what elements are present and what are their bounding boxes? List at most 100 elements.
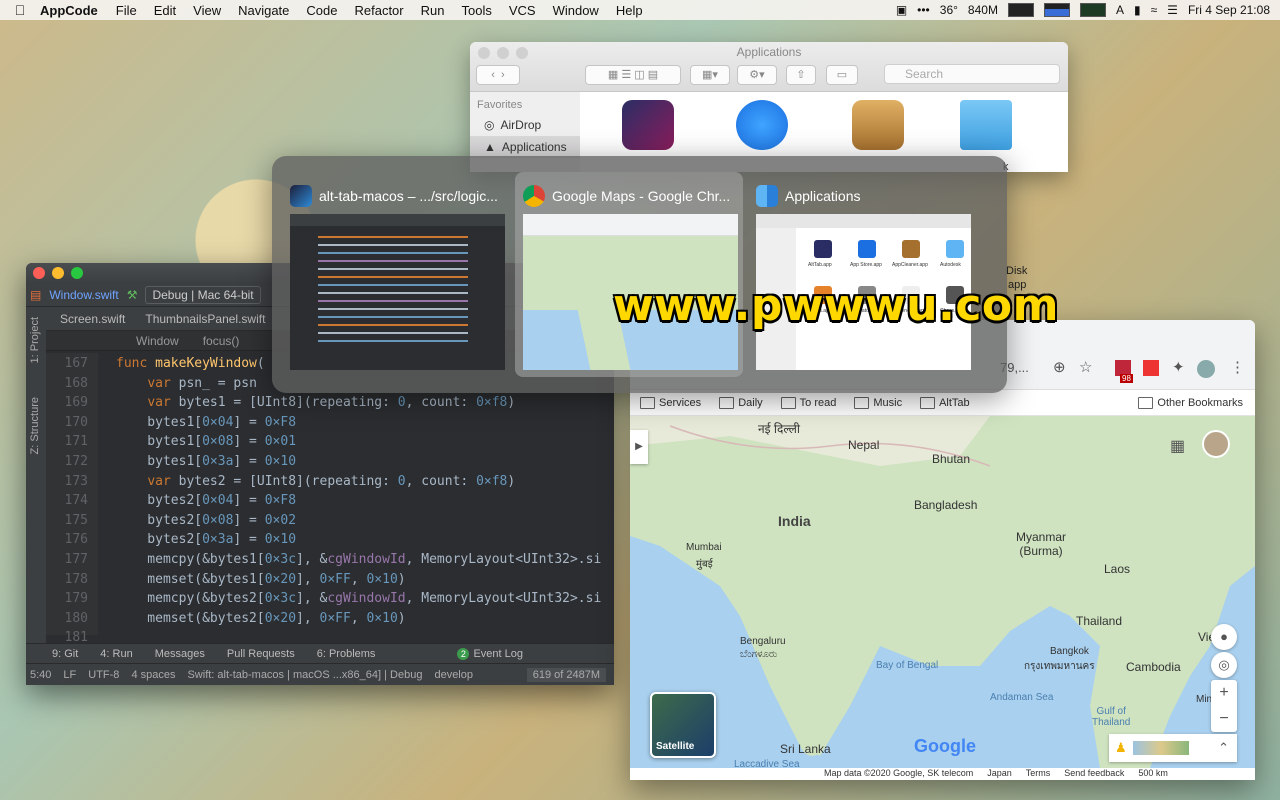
layer-thumbnails[interactable] bbox=[1132, 741, 1189, 755]
code-line[interactable]: 178 memset(&bytes1[0×20], 0×FF, 0×10) bbox=[46, 572, 614, 592]
menu-code[interactable]: Code bbox=[306, 3, 337, 18]
code-line[interactable]: 177 memcpy(&bytes1[0×3c], &cgWindowId, M… bbox=[46, 552, 614, 572]
close-button[interactable] bbox=[33, 267, 45, 279]
crumb-focus[interactable]: focus() bbox=[203, 334, 240, 348]
network-meter[interactable] bbox=[1079, 3, 1106, 17]
clock[interactable]: Fri 4 Sep 21:08 bbox=[1188, 3, 1270, 17]
event-log-button[interactable]: Event Log bbox=[473, 648, 523, 660]
code-line[interactable]: 169 var bytes1 = [UInt8](repeating: 0, c… bbox=[46, 395, 614, 415]
caret-position[interactable]: 5:40 bbox=[30, 669, 51, 681]
sidebar-item-applications[interactable]: ▲ Applications bbox=[470, 136, 580, 158]
wifi-icon[interactable]: ≈ bbox=[1151, 3, 1158, 17]
bookmark-to-read[interactable]: To read bbox=[781, 397, 837, 409]
avatar[interactable] bbox=[1197, 360, 1215, 378]
file-encoding[interactable]: UTF-8 bbox=[88, 669, 119, 681]
tag-button[interactable]: ▭ bbox=[826, 65, 858, 85]
messages-tool-button[interactable]: Messages bbox=[155, 648, 205, 660]
menu-window[interactable]: Window bbox=[553, 3, 599, 18]
memory-indicator[interactable]: 619 of 2487M bbox=[526, 667, 606, 682]
code-line[interactable]: 175 bytes2[0×08] = 0×02 bbox=[46, 513, 614, 533]
battery-icon[interactable]: ▮ bbox=[1134, 3, 1141, 17]
folder-icon[interactable] bbox=[960, 100, 1012, 150]
star-icon[interactable]: ☆ bbox=[1079, 358, 1092, 376]
bookmark-music[interactable]: Music bbox=[854, 397, 902, 409]
minimize-button[interactable] bbox=[52, 267, 64, 279]
code-line[interactable]: 172 bytes1[0×3a] = 0×10 bbox=[46, 454, 614, 474]
group-button[interactable]: ▦▾ bbox=[690, 65, 730, 85]
code-line[interactable]: 173 var bytes2 = [UInt8](repeating: 0, c… bbox=[46, 474, 614, 494]
bookmark-alttab[interactable]: AltTab bbox=[920, 397, 970, 409]
hammer-icon[interactable]: ⚒ bbox=[127, 288, 138, 302]
other-bookmarks[interactable]: Other Bookmarks bbox=[1138, 397, 1243, 409]
control-center-icon[interactable]: ☰ bbox=[1167, 3, 1178, 17]
my-location-icon[interactable]: ◎ bbox=[1211, 652, 1237, 678]
globe-icon[interactable]: ● bbox=[1211, 624, 1237, 650]
switcher-item-appcode[interactable]: alt-tab-macos – .../src/logic... bbox=[282, 172, 510, 377]
run-scheme-selector[interactable]: Debug | Mac 64-bit bbox=[145, 285, 261, 304]
region-link[interactable]: Japan bbox=[987, 768, 1012, 780]
profile-avatar[interactable] bbox=[1202, 430, 1230, 458]
menu-vcs[interactable]: VCS bbox=[509, 3, 536, 18]
cpu-temp[interactable]: 36° bbox=[940, 3, 958, 17]
apps-grid-icon[interactable]: ▦ bbox=[1170, 436, 1185, 456]
nav-file-name[interactable]: Window.swift bbox=[49, 288, 118, 302]
bookmark-daily[interactable]: Daily bbox=[719, 397, 762, 409]
cpu-meter[interactable] bbox=[1007, 3, 1034, 17]
indent-setting[interactable]: 4 spaces bbox=[131, 669, 175, 681]
git-branch[interactable]: develop bbox=[434, 669, 473, 681]
alttab-app-icon[interactable] bbox=[622, 100, 674, 150]
app-menu[interactable]: AppCode bbox=[40, 3, 98, 18]
share-button[interactable]: ⇧ bbox=[786, 65, 816, 85]
menu-tools[interactable]: Tools bbox=[461, 3, 491, 18]
menu-file[interactable]: File bbox=[116, 3, 137, 18]
scale-label[interactable]: 500 km bbox=[1138, 768, 1168, 780]
more-icon[interactable]: ••• bbox=[917, 3, 930, 17]
line-separator[interactable]: LF bbox=[63, 669, 76, 681]
pegman-icon[interactable]: ♟ bbox=[1115, 740, 1127, 756]
build-context[interactable]: Swift: alt-tab-macos | macOS ...x86_64] … bbox=[187, 669, 422, 681]
back-forward-buttons[interactable]: ‹ › bbox=[476, 65, 520, 85]
menu-navigate[interactable]: Navigate bbox=[238, 3, 289, 18]
project-tool-button[interactable]: 1: Project bbox=[29, 317, 41, 363]
memory-readout[interactable]: 840M bbox=[968, 3, 998, 17]
menu-run[interactable]: Run bbox=[421, 3, 445, 18]
code-line[interactable]: 170 bytes1[0×04] = 0×F8 bbox=[46, 415, 614, 435]
menu-help[interactable]: Help bbox=[616, 3, 643, 18]
code-editor[interactable]: 167 func makeKeyWindow(168 var psn_ = psn… bbox=[46, 356, 614, 650]
memory-meter[interactable] bbox=[1043, 3, 1070, 17]
code-line[interactable]: 180 memset(&bytes2[0×20], 0×FF, 0×10) bbox=[46, 611, 614, 631]
tab-screen-swift[interactable]: Screen.swift bbox=[60, 312, 125, 326]
google-map[interactable]: नई दिल्ली Nepal Bhutan India Bangladesh … bbox=[630, 416, 1255, 768]
collapse-icon[interactable]: ⌃ bbox=[1218, 740, 1229, 756]
bookmark-services[interactable]: Services bbox=[640, 397, 701, 409]
puzzle-icon[interactable]: ✦ bbox=[1172, 358, 1185, 376]
switcher-item-finder[interactable]: Applications AltTab.app App Store.app Ap… bbox=[748, 172, 976, 377]
pull-requests-tool-button[interactable]: Pull Requests bbox=[227, 648, 295, 660]
code-line[interactable]: 171 bytes1[0×08] = 0×01 bbox=[46, 434, 614, 454]
action-gear-button[interactable]: ⚙▾ bbox=[737, 65, 777, 85]
switcher-item-chrome[interactable]: Google Maps - Google Chr... bbox=[515, 172, 743, 377]
expand-panel-button[interactable]: ▶ bbox=[630, 430, 648, 464]
app-store-icon[interactable] bbox=[736, 100, 788, 150]
zoom-in-button[interactable]: + bbox=[1211, 680, 1237, 706]
structure-tool-button[interactable]: Z: Structure bbox=[29, 397, 41, 454]
apple-menu-icon[interactable]:  bbox=[0, 2, 40, 18]
menu-edit[interactable]: Edit bbox=[154, 3, 176, 18]
view-mode-buttons[interactable]: ▦ ☰ ◫ ▤ bbox=[585, 65, 681, 85]
add-icon[interactable]: ⊕ bbox=[1053, 358, 1066, 376]
layers-strip[interactable]: ♟ ⌃ bbox=[1109, 734, 1237, 762]
code-line[interactable]: 179 memcpy(&bytes2[0×3c], &cgWindowId, M… bbox=[46, 591, 614, 611]
sidebar-item-airdrop[interactable]: ◎ AirDrop bbox=[470, 114, 580, 136]
menu-refactor[interactable]: Refactor bbox=[354, 3, 403, 18]
terms-link[interactable]: Terms bbox=[1026, 768, 1051, 780]
extension2-icon[interactable] bbox=[1143, 360, 1159, 376]
search-field[interactable]: Search bbox=[884, 64, 1060, 84]
code-line[interactable]: 176 bytes2[0×3a] = 0×10 bbox=[46, 532, 614, 552]
menu-view[interactable]: View bbox=[193, 3, 221, 18]
tab-thumbnailspanel-swift[interactable]: ThumbnailsPanel.swift bbox=[145, 312, 265, 326]
appcleaner-icon[interactable] bbox=[852, 100, 904, 150]
kebab-menu-icon[interactable]: ⋮ bbox=[1230, 358, 1245, 376]
code-line[interactable]: 174 bytes2[0×04] = 0×F8 bbox=[46, 493, 614, 513]
run-tool-button[interactable]: 4: Run bbox=[100, 648, 132, 660]
zoom-button[interactable] bbox=[71, 267, 83, 279]
